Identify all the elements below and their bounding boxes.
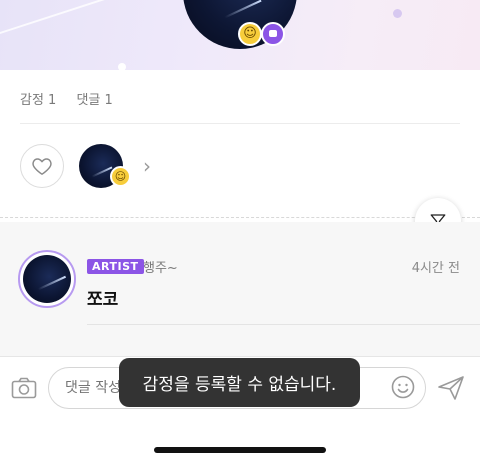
banner-dot <box>393 9 402 18</box>
emotion-count[interactable]: 감정 1 <box>20 93 56 108</box>
composer-divider <box>0 356 480 357</box>
send-button[interactable] <box>437 374 465 402</box>
shooting-star-graphic <box>224 0 262 19</box>
comment-text: 쪼코 <box>87 290 119 310</box>
emoji-button[interactable] <box>390 374 416 400</box>
comment-divider <box>87 324 480 325</box>
toast-message: 감정을 등록할 수 없습니다. <box>119 358 360 407</box>
smiley-outline-icon <box>391 375 415 399</box>
comment-count[interactable]: 댓글 1 <box>76 93 112 108</box>
chat-bubble-icon <box>261 22 285 46</box>
heart-icon <box>32 158 52 175</box>
commenter-avatar[interactable] <box>18 250 76 308</box>
camera-button[interactable] <box>10 374 38 402</box>
banner-dot-white <box>118 63 126 70</box>
smiley-icon: ☺ <box>110 166 131 187</box>
paper-plane-icon <box>438 376 464 400</box>
chevron-right-icon[interactable]: › <box>143 154 151 178</box>
stats-divider <box>20 123 460 124</box>
camera-icon <box>11 377 37 399</box>
artist-badge: ARTIST <box>87 259 144 274</box>
banner-light-streak <box>0 0 176 39</box>
comment-timestamp: 4시간 전 <box>411 261 460 276</box>
home-indicator <box>154 447 326 453</box>
smiley-icon: ☺ <box>238 22 262 46</box>
comment-author[interactable]: 행주~ <box>143 257 178 276</box>
shooting-star-graphic <box>37 275 67 291</box>
post-stats: 감정 1 댓글 1 <box>20 89 129 108</box>
section-divider <box>0 217 480 218</box>
like-button[interactable] <box>20 144 64 188</box>
